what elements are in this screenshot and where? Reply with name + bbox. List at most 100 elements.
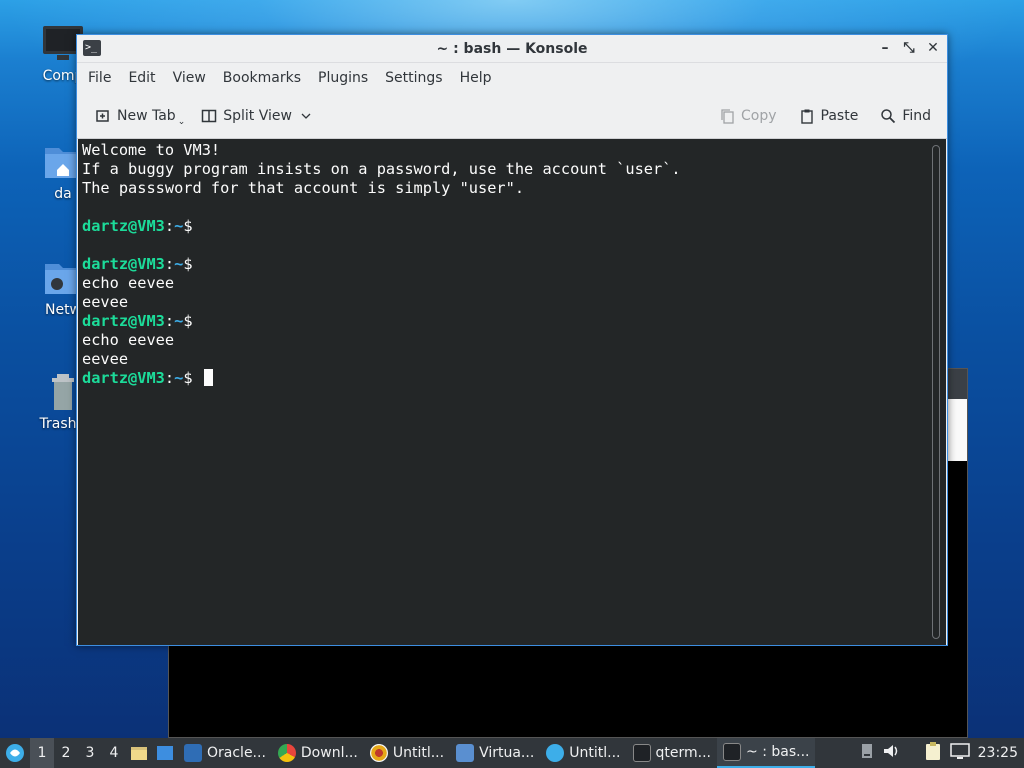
task-untitled-1[interactable]: Untitl... [364,738,450,768]
split-view-button[interactable]: Split View [193,101,322,131]
terminal-icon [632,744,651,762]
menu-help[interactable]: Help [453,70,500,86]
paste-label: Paste [820,108,859,124]
terminal-view[interactable]: Welcome to VM3! If a buggy program insist… [78,139,946,645]
desktop-switch-1[interactable]: 1 [30,738,54,768]
maximize-button[interactable]: ⤡ [901,39,917,57]
task-label: ~ : bas... [746,744,810,760]
paste-icon [799,108,815,124]
menu-bookmarks[interactable]: Bookmarks [216,70,309,86]
find-button[interactable]: Find [872,101,939,131]
find-label: Find [902,108,931,124]
prompt-end: $ [183,255,193,273]
prompt-user: dartz@VM3 [82,312,165,330]
prompt-user: dartz@VM3 [82,255,165,273]
prompt-line: dartz@VM3:~$ [82,217,681,236]
toolbar: New Tab ⌄ Split View Copy Paste Find [77,93,947,139]
terminal-scrollbar[interactable] [932,145,940,639]
task-label: Oracle... [207,745,266,761]
file-manager-icon [131,747,147,760]
desktop-switch-4[interactable]: 4 [102,738,126,768]
menu-view[interactable]: View [166,70,214,86]
menu-settings[interactable]: Settings [378,70,450,86]
application-menu-button[interactable] [0,738,30,768]
window-titlebar[interactable]: >_ ~ : bash — Konsole – ⤡ ✕ [77,35,947,63]
search-icon [880,108,896,124]
task-konsole[interactable]: ~ : bas... [717,738,816,768]
clock[interactable]: 23:25 [978,745,1018,761]
prompt-path: ~ [174,217,184,235]
command-line: echo eevee [82,274,175,292]
window-title: ~ : bash — Konsole [436,40,588,57]
prompt-line: dartz@VM3:~$ [82,312,681,331]
storage-icon[interactable] [860,742,874,764]
prompt-end: $ [183,369,193,387]
clipboard-icon[interactable] [924,741,942,765]
volume-icon[interactable] [882,742,900,764]
menu-plugins[interactable]: Plugins [311,70,376,86]
prompt-path: ~ [174,369,184,387]
virtualbox-icon [184,744,202,762]
prompt-end: $ [183,312,193,330]
copy-label: Copy [741,108,777,124]
task-label: Virtua... [479,745,535,761]
prompt-line: dartz@VM3:~$ [82,369,681,388]
desktop-switch-2[interactable]: 2 [54,738,78,768]
menu-edit[interactable]: Edit [121,70,163,86]
prompt-sep: : [164,217,175,235]
motd-line: Welcome to VM3! [82,141,221,159]
show-desktop-icon [157,746,173,760]
menu-file[interactable]: File [81,70,119,86]
background-window-panel [947,399,967,461]
task-label: Untitl... [569,745,621,761]
prompt-line: dartz@VM3:~$ [82,255,681,274]
copy-button[interactable]: Copy [711,101,785,131]
konsole-icon [723,743,742,761]
output-line: eevee [82,293,129,311]
system-tray: 23:25 [860,738,1024,768]
new-tab-button[interactable]: New Tab ⌄ [87,101,193,131]
paste-button[interactable]: Paste [791,101,867,131]
prompt-user: dartz@VM3 [82,217,165,235]
prompt-sep: : [164,369,175,387]
desktop-switch-3[interactable]: 3 [78,738,102,768]
close-button[interactable]: ✕ [925,39,941,57]
menubar: File Edit View Bookmarks Plugins Setting… [77,63,947,93]
background-window-titlebar[interactable] [947,369,967,399]
chrome-icon [277,744,296,762]
taskbar: 1 2 3 4 Oracle... Downl... Untitl... Vir… [0,738,1024,768]
task-untitled-2[interactable]: Untitl... [540,738,626,768]
terminal-output: Welcome to VM3! If a buggy program insist… [82,141,681,388]
file-manager-launcher[interactable] [126,738,152,768]
command-line: echo eevee [82,331,175,349]
text-cursor [203,369,213,386]
prompt-user: dartz@VM3 [82,369,165,387]
prompt-path: ~ [174,255,184,273]
split-view-label: Split View [223,107,292,124]
terminal-app-icon[interactable]: >_ [83,40,101,56]
chevron-down-icon [298,108,314,124]
task-label: Downl... [300,745,358,761]
task-virtualbox[interactable]: Virtua... [450,738,540,768]
split-view-icon [201,108,217,124]
lxqt-logo-icon [6,744,24,762]
kde-app-icon [546,744,565,762]
konsole-window[interactable]: >_ ~ : bash — Konsole – ⤡ ✕ File Edit Vi… [76,34,948,646]
motd-line: If a buggy program insists on a password… [82,160,681,178]
output-line: eevee [82,350,129,368]
minimize-button[interactable]: – [877,39,893,57]
network-icon[interactable] [949,742,970,764]
chevron-down-icon: ⌄ [177,116,186,127]
prompt-sep: : [164,255,175,273]
task-downloads[interactable]: Downl... [272,738,364,768]
motd-line: The passsword for that account is simply… [82,179,525,197]
show-desktop-button[interactable] [152,738,178,768]
record-icon [369,744,388,762]
task-label: Untitl... [392,745,445,761]
task-qterminal[interactable]: qterm... [627,738,718,768]
prompt-path: ~ [174,312,184,330]
task-label: qterm... [655,745,712,761]
prompt-sep: : [164,312,175,330]
new-tab-icon [95,108,111,124]
task-oracle[interactable]: Oracle... [178,738,272,768]
